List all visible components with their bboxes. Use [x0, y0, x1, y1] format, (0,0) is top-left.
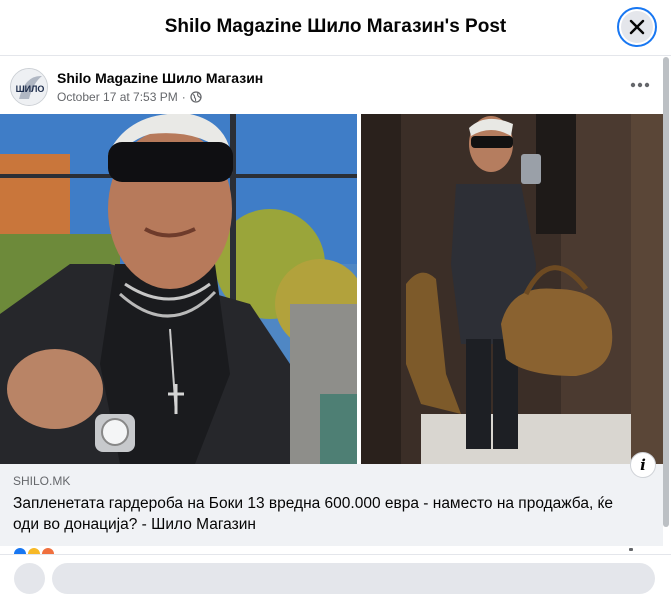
dialog-title: Shilo Magazine Шило Магазин's Post	[164, 16, 507, 37]
more-horizontal-icon	[630, 82, 650, 88]
post-photo-1[interactable]	[0, 114, 357, 464]
scrollbar-thumb[interactable]	[663, 57, 669, 527]
shilo-logo: ШИЛО	[11, 69, 47, 105]
comment-count-stub	[629, 548, 633, 551]
selfie-terrace-image	[0, 114, 357, 464]
post-meta: October 17 at 7:53 PM ·	[57, 90, 202, 104]
dialog-header: Shilo Magazine Шило Магазин's Post	[0, 0, 671, 56]
close-icon	[629, 19, 645, 35]
author-name[interactable]: Shilo Magazine Шило Магазин	[57, 70, 263, 86]
post-photo-2[interactable]	[361, 114, 663, 464]
post-timestamp[interactable]: October 17 at 7:53 PM	[57, 90, 178, 104]
comment-composer	[0, 554, 671, 600]
avatar-logo-text: ШИЛО	[16, 84, 45, 94]
globe-icon[interactable]	[190, 91, 202, 103]
avatar[interactable]: ШИЛО	[10, 68, 48, 106]
user-avatar[interactable]	[14, 563, 45, 594]
info-button[interactable]: i	[630, 452, 656, 478]
comment-input[interactable]	[52, 563, 655, 594]
link-domain: SHILO.MK	[13, 474, 71, 488]
haha-reaction-icon	[40, 546, 56, 554]
link-preview-card[interactable]: SHILO.MK Запленетата гардероба на Боки 1…	[0, 464, 663, 546]
meta-separator: ·	[181, 90, 186, 104]
more-options-button[interactable]	[622, 73, 658, 97]
reaction-icons[interactable]	[12, 546, 64, 554]
info-icon: i	[640, 456, 646, 474]
selfie-elevator-image	[361, 114, 663, 464]
post-header: ШИЛО Shilo Magazine Шило Магазин October…	[0, 57, 663, 113]
link-title[interactable]: Запленетата гардероба на Боки 13 вредна …	[13, 493, 638, 535]
scrollbar[interactable]	[663, 57, 669, 545]
close-button[interactable]	[617, 7, 657, 47]
